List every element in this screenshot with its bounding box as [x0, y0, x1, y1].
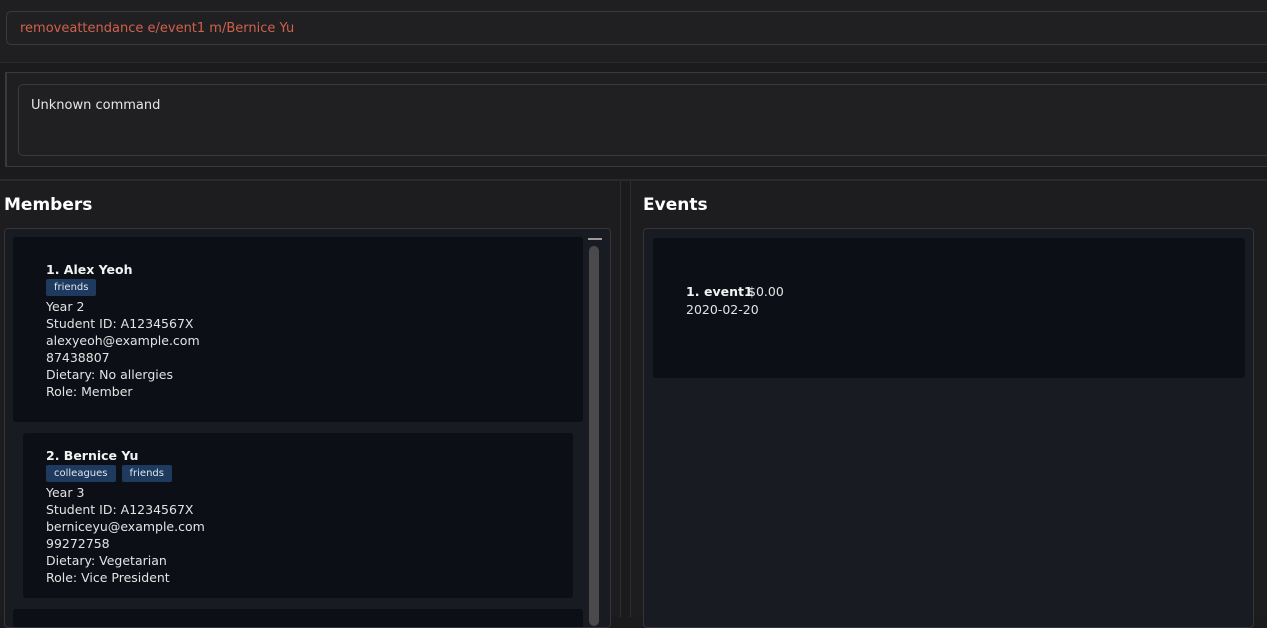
- event-name: event1: [704, 284, 753, 299]
- member-student-id: Student ID: A1234567X: [46, 316, 194, 331]
- member-phone: 99272758: [46, 536, 110, 551]
- member-tags: friends: [46, 279, 97, 296]
- event-index: 1.: [686, 284, 700, 299]
- members-title: Members: [4, 195, 93, 215]
- members-panel: Members 1. Alex Yeoh friends Year 2 Stud…: [0, 181, 621, 628]
- member-card-partial[interactable]: [13, 609, 583, 627]
- event-date: 2020-02-20: [686, 302, 759, 317]
- member-year: Year 2: [46, 299, 85, 314]
- members-scrollbar[interactable]: [587, 235, 602, 627]
- member-card[interactable]: 2. Bernice Yu colleagues friends Year 3 …: [23, 433, 573, 598]
- member-card[interactable]: 1. Alex Yeoh friends Year 2 Student ID: …: [13, 237, 583, 422]
- member-email: berniceyu@example.com: [46, 519, 205, 534]
- member-student-id: Student ID: A1234567X: [46, 502, 194, 517]
- command-bar: [0, 0, 1267, 63]
- tag: friends: [121, 465, 172, 482]
- members-list[interactable]: 1. Alex Yeoh friends Year 2 Student ID: …: [4, 228, 611, 628]
- events-list[interactable]: 1. event1 $0.00 2020-02-20: [643, 228, 1254, 628]
- command-input[interactable]: [20, 12, 1220, 44]
- scrollbar-cap: [588, 238, 602, 240]
- member-role: Role: Vice President: [46, 570, 170, 585]
- member-tags: colleagues friends: [46, 465, 172, 482]
- event-price: $0.00: [748, 284, 784, 299]
- member-name: 2. Bernice Yu: [46, 448, 139, 463]
- event-card[interactable]: 1. event1 $0.00 2020-02-20: [653, 238, 1245, 378]
- command-box: [6, 11, 1267, 45]
- tag: colleagues: [46, 465, 116, 482]
- member-phone: 87438807: [46, 350, 110, 365]
- member-name: 1. Alex Yeoh: [46, 262, 133, 277]
- result-box: Unknown command: [18, 84, 1267, 156]
- member-dietary: Dietary: Vegetarian: [46, 553, 167, 568]
- member-role: Role: Member: [46, 384, 133, 399]
- member-email: alexyeoh@example.com: [46, 333, 200, 348]
- result-text: Unknown command: [31, 98, 161, 113]
- member-dietary: Dietary: No allergies: [46, 367, 173, 382]
- scrollbar-thumb[interactable]: [589, 246, 599, 626]
- tag: friends: [46, 279, 97, 296]
- events-title: Events: [643, 195, 708, 215]
- events-panel: Events 1. event1 $0.00 2020-02-20: [630, 181, 1267, 628]
- result-display: Unknown command: [5, 72, 1267, 167]
- member-year: Year 3: [46, 485, 85, 500]
